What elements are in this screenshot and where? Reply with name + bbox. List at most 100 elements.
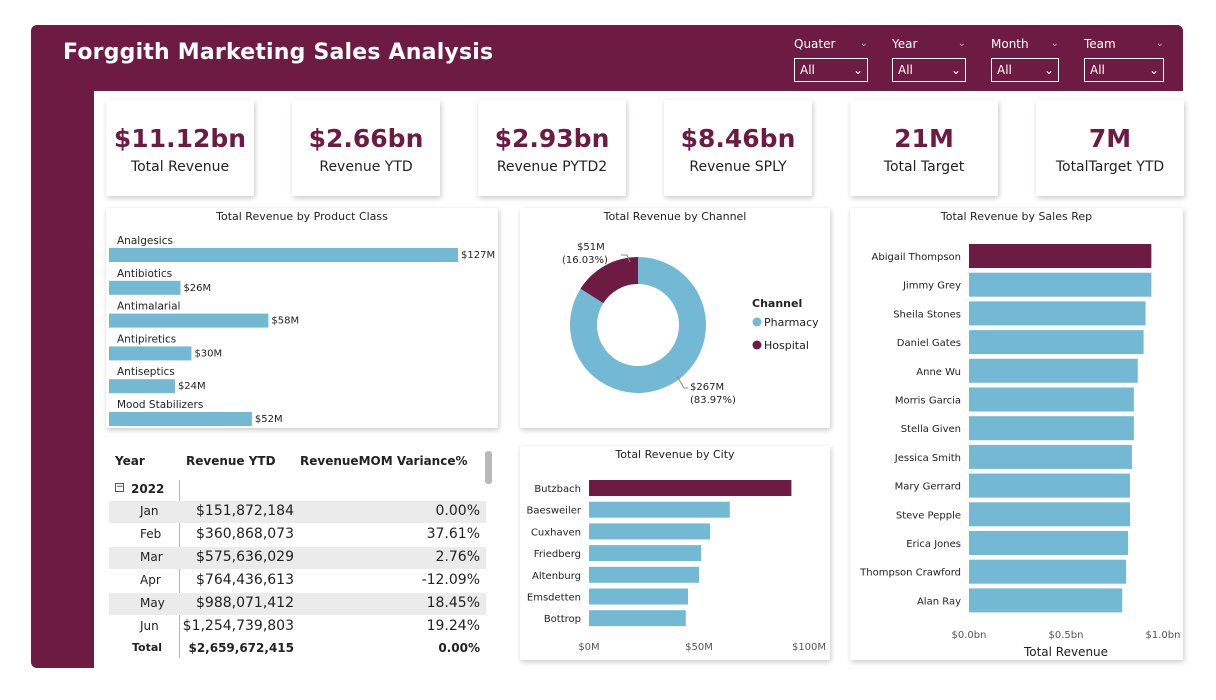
table-row[interactable]: Apr $764,436,613 -12.09%: [109, 570, 486, 592]
category-label: Friedberg: [534, 549, 581, 560]
category-label: Antiseptics: [117, 366, 175, 378]
channel-chart[interactable]: Total Revenue by Channel $51M (16.03%) $26…: [520, 208, 830, 428]
bar: [969, 330, 1144, 355]
category-label: Antimalarial: [117, 301, 180, 313]
tick-label: $1.0bn: [1146, 630, 1181, 641]
table-row[interactable]: Jun $1,254,739,803 19.24%: [109, 616, 486, 638]
chevron-down-icon[interactable]: ⌄: [1051, 34, 1059, 54]
minus-box-icon[interactable]: −: [115, 483, 124, 492]
data-label: (16.03%): [562, 255, 608, 266]
data-label: $30M: [194, 348, 222, 359]
bar: [109, 248, 458, 262]
data-label: $52M: [255, 414, 283, 425]
variance-cell: -12.09%: [421, 572, 480, 588]
category-label: Mary Gerrard: [895, 482, 961, 493]
kpi-label: Revenue YTD: [319, 159, 413, 175]
category-label: Analgesics: [117, 235, 173, 247]
category-label: Baesweiler: [526, 506, 581, 517]
bar: [589, 523, 710, 540]
kpi-value: 21M: [894, 124, 954, 153]
city-chart[interactable]: Total Revenue by City Butzbach Baesweiler…: [520, 446, 830, 660]
category-label: Sheila Stones: [893, 309, 961, 320]
legend-marker: [752, 317, 762, 327]
variance-cell: 18.45%: [426, 595, 480, 611]
bar: [589, 588, 688, 605]
data-label: (83.97%): [690, 395, 736, 406]
kpi-label: Revenue PYTD2: [496, 159, 608, 175]
kpi-card-revenue-pytd2[interactable]: $2.93bn Revenue PYTD2: [478, 100, 626, 196]
table-scrollbar[interactable]: [485, 451, 492, 484]
slicer-month[interactable]: Month ⌄ All ⌄: [991, 34, 1059, 82]
variance-cell: 2.76%: [435, 549, 480, 565]
category-label: Jimmy Grey: [902, 281, 961, 292]
kpi-card-total-target[interactable]: 21M Total Target: [850, 100, 998, 196]
kpi-card-revenue-ytd[interactable]: $2.66bn Revenue YTD: [292, 100, 440, 196]
kpi-card-total-target-ytd[interactable]: 7M TotalTarget YTD: [1036, 100, 1184, 196]
kpi-value: 7M: [1088, 124, 1132, 153]
chevron-down-icon: ⌄: [950, 63, 961, 77]
month-cell: Feb: [140, 527, 162, 541]
chevron-down-icon[interactable]: ⌄: [958, 34, 966, 54]
category-label: Butzbach: [534, 484, 581, 495]
legend-label: Hospital: [764, 339, 809, 352]
slicer-team[interactable]: Team ⌄ All ⌄: [1084, 34, 1164, 82]
chevron-down-icon[interactable]: ⌄: [860, 34, 868, 54]
revenue-cell: $1,254,739,803: [182, 618, 294, 634]
bar: [969, 502, 1131, 527]
bar: [969, 416, 1134, 441]
category-label: Stella Given: [901, 424, 961, 435]
tick-label: $50M: [685, 642, 713, 653]
table-row[interactable]: Feb $360,868,073 37.61%: [109, 524, 486, 546]
sales-rep-chart[interactable]: Total Revenue by Sales Rep Abigail Thomp…: [850, 208, 1183, 660]
category-label: Thompson Crawford: [859, 568, 961, 579]
month-cell: Apr: [140, 573, 161, 587]
slicer-month-value: All: [997, 63, 1012, 77]
total-label: Total: [132, 641, 163, 654]
tick-label: $100M: [792, 642, 826, 653]
axis-label: Total Revenue: [1023, 645, 1108, 659]
tick-label: $0.5bn: [1049, 630, 1084, 641]
kpi-value: $2.93bn: [494, 124, 610, 153]
kpi-value: $11.12bn: [113, 124, 247, 153]
legend-marker: [752, 340, 762, 350]
bar: [109, 280, 181, 295]
month-cell: May: [140, 596, 165, 610]
product-class-chart[interactable]: Total Revenue by Product Class Analgesic…: [106, 208, 498, 428]
table-row[interactable]: May $988,071,412 18.45%: [109, 593, 486, 615]
variance-cell: 19.24%: [426, 618, 480, 634]
slicer-year-dropdown[interactable]: All ⌄: [892, 58, 966, 82]
column-header[interactable]: Revenue YTD: [186, 454, 276, 468]
data-label: $51M: [577, 242, 605, 253]
kpi-card-revenue-sply[interactable]: $8.46bn Revenue SPLY: [664, 100, 812, 196]
bar: [969, 272, 1152, 297]
slicer-month-dropdown[interactable]: All ⌄: [991, 58, 1059, 82]
chevron-down-icon[interactable]: ⌄: [1156, 34, 1164, 54]
tick-label: $0M: [578, 642, 599, 653]
slicer-team-dropdown[interactable]: All ⌄: [1084, 58, 1164, 82]
bar: [589, 610, 686, 627]
sales-rep-svg: Abigail Thompson Jimmy Grey Sheila Stones D…: [859, 244, 1181, 659]
total-revenue-cell: $2,659,672,415: [188, 641, 294, 655]
chevron-down-icon: ⌄: [1148, 63, 1159, 77]
kpi-label: Revenue SPLY: [689, 159, 787, 175]
slicer-year[interactable]: Year ⌄ All ⌄: [892, 34, 966, 82]
table-row[interactable]: −2022: [109, 481, 486, 503]
slicer-quarter[interactable]: Quater ⌄ All ⌄: [794, 34, 868, 82]
variance-cell: 0.00%: [435, 503, 480, 519]
category-label: Abigail Thompson: [872, 252, 962, 263]
kpi-card-total-revenue[interactable]: $11.12bn Total Revenue: [106, 100, 254, 196]
category-label: Cuxhaven: [531, 527, 581, 538]
column-header[interactable]: Year: [115, 454, 145, 468]
revenue-cell: $575,636,029: [196, 549, 294, 565]
category-label: Bottrop: [544, 614, 581, 625]
total-variance-cell: 0.00%: [438, 641, 480, 655]
tick-label: $0.0bn: [952, 630, 987, 641]
table-row[interactable]: Mar $575,636,029 2.76%: [109, 547, 486, 569]
revenue-cell: $151,872,184: [196, 503, 294, 519]
column-header[interactable]: RevenueMOM Variance%: [300, 454, 468, 468]
table-row[interactable]: Jan $151,872,184 0.00%: [109, 501, 486, 523]
revenue-matrix[interactable]: Year Revenue YTD RevenueMOM Variance% −2…: [106, 450, 498, 665]
slicer-year-label: Year: [892, 37, 918, 51]
month-cell: Jan: [140, 504, 159, 518]
slicer-quarter-dropdown[interactable]: All ⌄: [794, 58, 868, 82]
